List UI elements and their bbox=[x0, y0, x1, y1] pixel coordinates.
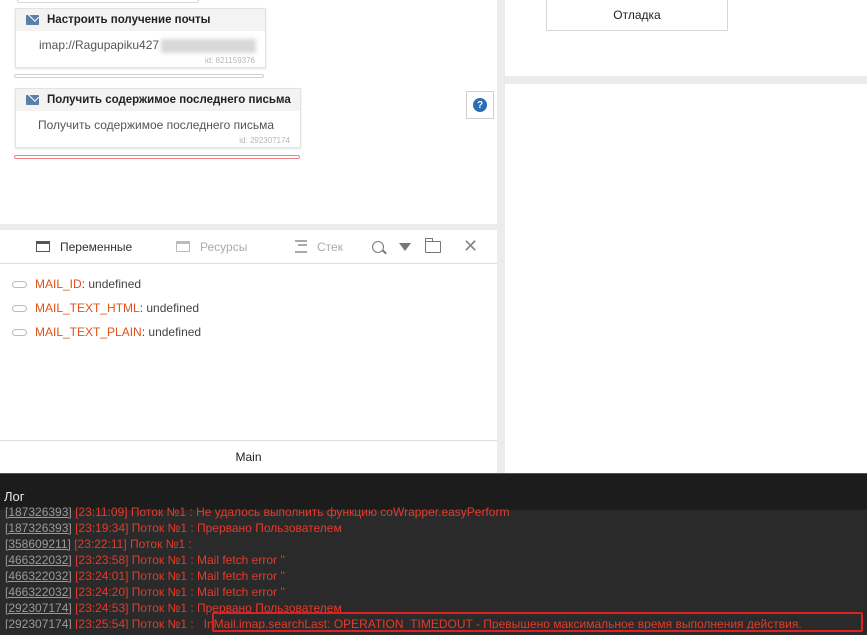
tab-resources[interactable]: Ресурсы bbox=[176, 230, 247, 263]
log-line-id[interactable]: [292307174] bbox=[5, 617, 72, 629]
resources-icon bbox=[176, 241, 190, 252]
block-output-bar[interactable] bbox=[14, 74, 264, 78]
workflow-canvas[interactable]: Настроить получение почты imap://Ragupap… bbox=[0, 0, 497, 224]
variables-panel: Переменные Ресурсы Стек ✕ MAIL_ID: undef… bbox=[0, 230, 497, 473]
log-line-id[interactable]: [187326393] bbox=[5, 505, 72, 519]
variable-value: undefined bbox=[146, 301, 200, 315]
variable-separator: : bbox=[141, 325, 149, 339]
debug-panel: Отладка bbox=[505, 0, 867, 76]
block-id: id: 292307174 bbox=[239, 136, 290, 145]
variables-tabs: Переменные Ресурсы Стек ✕ bbox=[0, 230, 497, 264]
calendar-icon bbox=[36, 241, 50, 252]
block-id: id: 821159376 bbox=[204, 56, 255, 65]
tab-label: Ресурсы bbox=[200, 239, 248, 254]
tab-variables[interactable]: Переменные bbox=[36, 230, 132, 263]
variable-value: undefined bbox=[148, 325, 202, 339]
log-line: [466322032] [23:24:20] Поток №1 : Mail f… bbox=[0, 584, 867, 600]
log-line-text: [23:11:09] Поток №1 : Не удалось выполни… bbox=[75, 505, 510, 519]
variable-separator: : bbox=[139, 301, 147, 315]
variable-name: MAIL_TEXT_HTML bbox=[35, 301, 140, 315]
list-item[interactable]: MAIL_ID: undefined bbox=[0, 272, 497, 296]
log-line-id[interactable]: [292307174] bbox=[5, 601, 72, 615]
block-body: imap://Ragupapiku427 bbox=[16, 31, 265, 56]
search-button[interactable] bbox=[372, 230, 384, 263]
configure-mail-block[interactable]: Настроить получение почты imap://Ragupap… bbox=[15, 8, 266, 68]
variable-name: MAIL_ID bbox=[35, 277, 82, 291]
debug-button[interactable]: Отладка bbox=[546, 0, 728, 31]
stack-icon bbox=[295, 240, 307, 253]
log-line-id[interactable]: [466322032] bbox=[5, 569, 72, 583]
log-line-text: [23:24:20] Поток №1 : Mail fetch error '… bbox=[75, 585, 285, 599]
variable-name: MAIL_TEXT_PLAIN bbox=[35, 325, 142, 339]
envelope-icon bbox=[26, 15, 39, 25]
error-highlight-box bbox=[212, 612, 863, 632]
list-item[interactable]: MAIL_TEXT_PLAIN: undefined bbox=[0, 320, 497, 344]
link-icon bbox=[12, 280, 27, 288]
log-line-id[interactable]: [187326393] bbox=[5, 521, 72, 535]
log-line-text: [23:24:01] Поток №1 : Mail fetch error '… bbox=[75, 569, 285, 583]
list-item[interactable]: MAIL_TEXT_HTML: undefined bbox=[0, 296, 497, 320]
help-button[interactable]: ? bbox=[466, 91, 494, 119]
block-header: Получить содержимое последнего письма bbox=[16, 89, 300, 111]
properties-panel bbox=[505, 84, 867, 473]
log-line-text: [23:19:34] Поток №1 : Прервано Пользоват… bbox=[75, 521, 342, 535]
function-tab-main[interactable]: Main bbox=[0, 440, 497, 473]
help-icon: ? bbox=[473, 98, 487, 112]
filter-button[interactable] bbox=[399, 230, 411, 263]
log-line: [187326393] [23:11:09] Поток №1 : Не уда… bbox=[0, 504, 867, 520]
block-body: Получить содержимое последнего письма bbox=[16, 111, 300, 136]
log-panel: Лог [187326393] [23:11:09] Поток №1 : Не… bbox=[0, 473, 867, 635]
envelope-icon bbox=[26, 95, 39, 105]
link-icon bbox=[12, 328, 27, 336]
close-icon: ✕ bbox=[463, 236, 479, 256]
block-header: Настроить получение почты bbox=[16, 9, 265, 31]
block-connector bbox=[17, 0, 199, 3]
log-line-id[interactable]: [466322032] bbox=[5, 585, 72, 599]
folder-icon bbox=[424, 237, 441, 253]
block-title: Настроить получение почты bbox=[47, 14, 211, 26]
tab-label: Переменные bbox=[60, 239, 133, 254]
variable-separator: : bbox=[81, 277, 89, 291]
tab-stack[interactable]: Стек bbox=[295, 230, 343, 263]
tab-label: Стек bbox=[317, 239, 343, 254]
log-line-text: [23:23:58] Поток №1 : Mail fetch error '… bbox=[75, 553, 285, 567]
filter-icon bbox=[399, 242, 411, 251]
get-last-mail-block[interactable]: Получить содержимое последнего письма По… bbox=[15, 88, 301, 148]
close-button[interactable]: ✕ bbox=[463, 230, 478, 263]
block-title: Получить содержимое последнего письма bbox=[47, 94, 291, 106]
log-body[interactable]: [187326393] [23:11:09] Поток №1 : Не уда… bbox=[0, 504, 867, 629]
log-line-id[interactable]: [466322032] bbox=[5, 553, 72, 567]
log-line: [466322032] [23:23:58] Поток №1 : Mail f… bbox=[0, 552, 867, 568]
block-error-bar[interactable] bbox=[14, 155, 300, 159]
log-line-text: [23:22:11] Поток №1 : bbox=[74, 537, 192, 551]
block-body-text: imap://Ragupapiku427 bbox=[39, 38, 160, 52]
link-icon bbox=[12, 304, 27, 312]
log-line: [187326393] [23:19:34] Поток №1 : Прерва… bbox=[0, 520, 867, 536]
log-line-id[interactable]: [358609211] bbox=[5, 537, 71, 551]
variable-value: undefined bbox=[88, 277, 142, 291]
log-line: [358609211] [23:22:11] Поток №1 : bbox=[0, 536, 867, 552]
redacted-text bbox=[161, 38, 257, 53]
block-body-text: Получить содержимое последнего письма bbox=[38, 118, 275, 132]
log-line: [466322032] [23:24:01] Поток №1 : Mail f… bbox=[0, 568, 867, 584]
variables-list: MAIL_ID: undefined MAIL_TEXT_HTML: undef… bbox=[0, 264, 497, 344]
search-icon bbox=[372, 240, 384, 253]
folder-button[interactable] bbox=[424, 230, 441, 263]
